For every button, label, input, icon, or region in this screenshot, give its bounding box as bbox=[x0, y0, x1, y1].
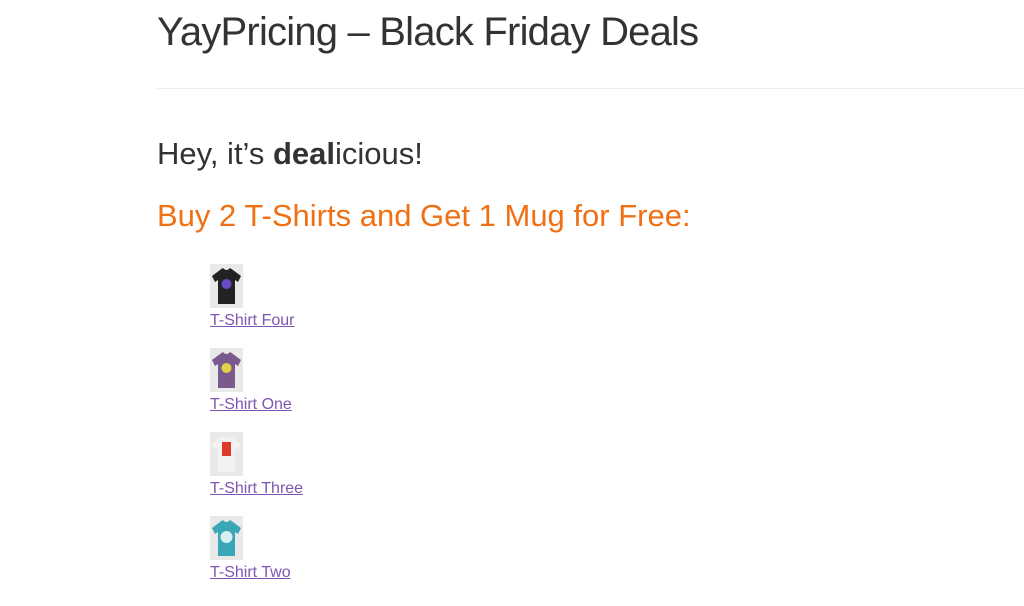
product-link[interactable]: T-Shirt Two bbox=[210, 564, 291, 582]
product-thumbnail[interactable] bbox=[210, 264, 243, 308]
offer-heading: Buy 2 T-Shirts and Get 1 Mug for Free: bbox=[157, 198, 691, 233]
intro-prefix: Hey, it’s bbox=[157, 136, 273, 171]
product-thumbnail[interactable] bbox=[210, 432, 243, 476]
product-item: T-Shirt Four bbox=[210, 264, 303, 348]
product-link[interactable]: T-Shirt Three bbox=[210, 480, 303, 498]
product-thumbnail[interactable] bbox=[210, 516, 243, 560]
intro-bold: deal bbox=[273, 136, 336, 171]
product-thumbnail[interactable] bbox=[210, 348, 243, 392]
page: YayPricing – Black Friday Deals Hey, it’… bbox=[0, 0, 1024, 606]
product-item: T-Shirt Two bbox=[210, 516, 303, 600]
tshirt-icon bbox=[212, 352, 241, 388]
product-item: T-Shirt One bbox=[210, 348, 303, 432]
page-title: YayPricing – Black Friday Deals bbox=[157, 10, 699, 54]
product-link[interactable]: T-Shirt One bbox=[210, 396, 292, 414]
intro-text: Hey, it’s dealicious! bbox=[157, 136, 423, 172]
intro-suffix: icious! bbox=[335, 136, 423, 171]
tshirt-icon bbox=[212, 268, 241, 304]
title-divider bbox=[157, 88, 1024, 89]
product-item: T-Shirt Three bbox=[210, 432, 303, 516]
tshirt-icon bbox=[212, 520, 241, 556]
product-link[interactable]: T-Shirt Four bbox=[210, 312, 294, 330]
tshirt-icon bbox=[212, 436, 241, 472]
product-list: T-Shirt Four T-Shirt One T-Shirt Three T… bbox=[210, 264, 303, 600]
